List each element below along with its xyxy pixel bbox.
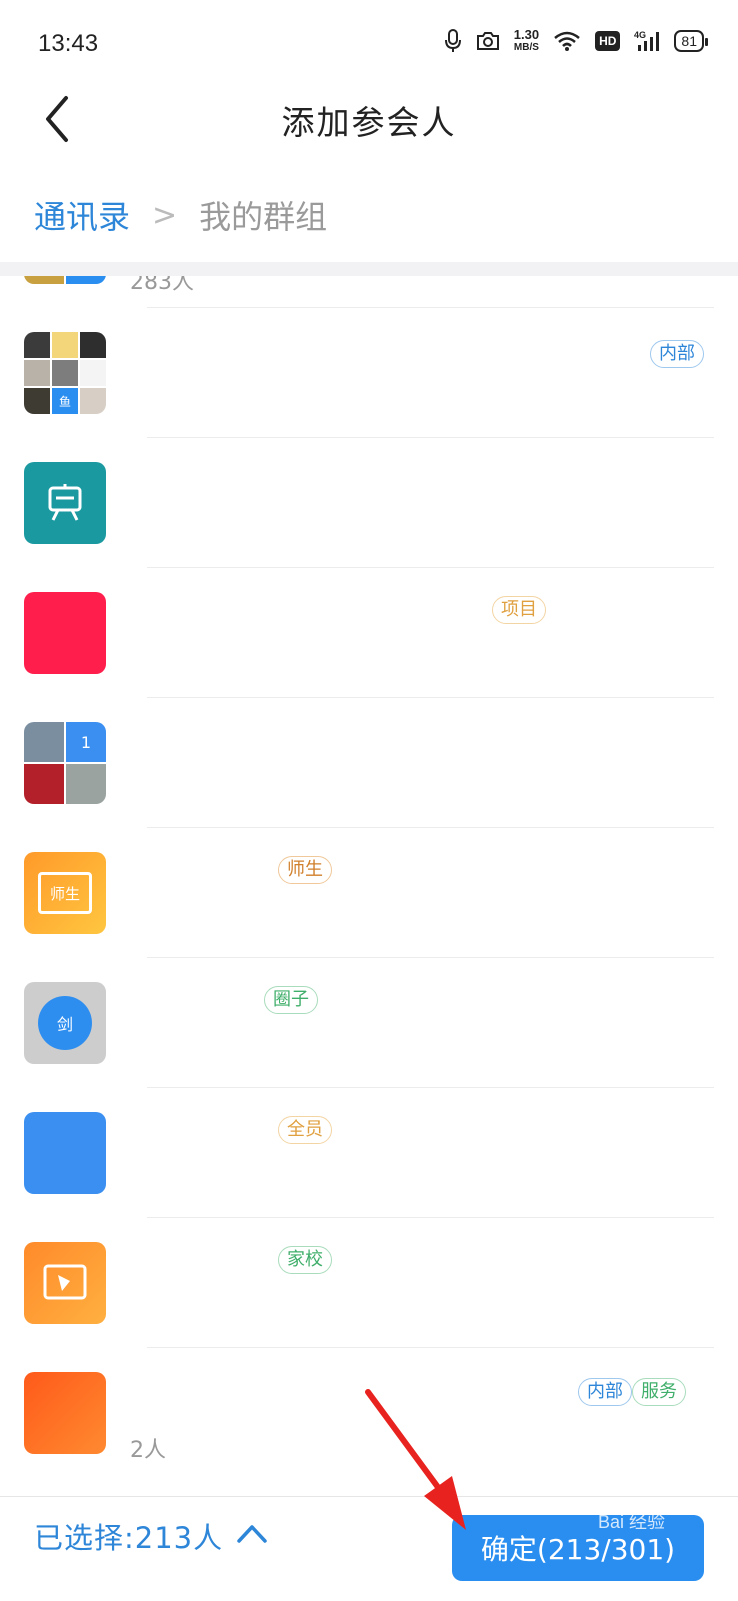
nav-header: 添加参会人 <box>0 90 738 180</box>
list-item[interactable]: 内部 服务 2人 <box>0 1348 738 1478</box>
group-avatar <box>24 592 106 674</box>
watermark: Bai 经验 <box>598 1512 666 1532</box>
list-item[interactable]: 师生 师生 <box>0 828 738 958</box>
group-avatar: 鱼 <box>24 332 106 414</box>
group-avatar: 师生 <box>24 852 106 934</box>
group-tag: 家校 <box>278 1246 332 1274</box>
selected-count[interactable]: 已选择:213人 <box>34 1515 223 1557</box>
cellular-signal-icon: 4G <box>634 29 660 53</box>
presentation-board-icon <box>48 484 82 521</box>
group-tag: 内部 <box>650 340 704 368</box>
network-speed: 1.30 MB/S <box>513 27 540 53</box>
group-list[interactable]: 283人 鱼 内部 项目 1 师生 师生 剑 圈子 全员 家校 内部 服务 2人 <box>0 276 738 1496</box>
breadcrumb-separator: > <box>152 197 178 233</box>
breadcrumb-current: 我的群组 <box>199 198 328 236</box>
list-item[interactable] <box>0 438 738 568</box>
list-item[interactable]: 全员 <box>0 1088 738 1218</box>
svg-text:4G: 4G <box>634 30 646 40</box>
confirm-button[interactable]: 确定(213/301) <box>452 1515 704 1581</box>
list-item[interactable]: 283人 <box>0 276 738 308</box>
group-tag: 内部 <box>578 1378 632 1406</box>
battery-indicator: 81 <box>674 30 708 52</box>
hd-badge: HD <box>595 31 621 51</box>
status-bar: 13:43 1.30 MB/S HD 4G 81 <box>0 0 738 90</box>
list-item[interactable]: 鱼 内部 <box>0 308 738 438</box>
breadcrumb-root-link[interactable]: 通讯录 <box>34 192 130 238</box>
group-tag: 圈子 <box>264 986 318 1014</box>
wifi-icon <box>553 30 581 52</box>
avatar-number: 1 <box>66 722 106 762</box>
member-count: 283人 <box>130 276 194 295</box>
status-icons: 1.30 MB/S HD 4G 81 <box>444 27 708 54</box>
breadcrumb: 通讯录 > 我的群组 <box>34 190 327 240</box>
group-tag: 项目 <box>492 596 546 624</box>
group-tag: 师生 <box>278 856 332 884</box>
list-item[interactable]: 剑 圈子 <box>0 958 738 1088</box>
group-avatar: 剑 <box>24 982 106 1064</box>
list-item[interactable]: 项目 <box>0 568 738 698</box>
status-time: 13:43 <box>38 30 99 57</box>
group-avatar <box>24 1372 106 1454</box>
list-item[interactable]: 1 <box>0 698 738 828</box>
group-tag: 服务 <box>632 1378 686 1406</box>
group-avatar <box>24 1112 106 1194</box>
camera-icon <box>476 31 500 51</box>
group-avatar: 1 <box>24 722 106 804</box>
page-title: 添加参会人 <box>281 103 457 142</box>
group-avatar <box>24 462 106 544</box>
book-icon: 师生 <box>38 872 92 914</box>
microphone-icon <box>444 29 462 53</box>
group-avatar <box>24 1242 106 1324</box>
book-icon <box>43 1264 87 1300</box>
chevron-up-icon[interactable] <box>236 1521 268 1545</box>
group-tag: 全员 <box>278 1116 332 1144</box>
section-divider <box>0 262 738 276</box>
member-count: 2人 <box>130 1438 166 1463</box>
list-item[interactable]: 家校 <box>0 1218 738 1348</box>
group-avatar <box>24 276 106 284</box>
